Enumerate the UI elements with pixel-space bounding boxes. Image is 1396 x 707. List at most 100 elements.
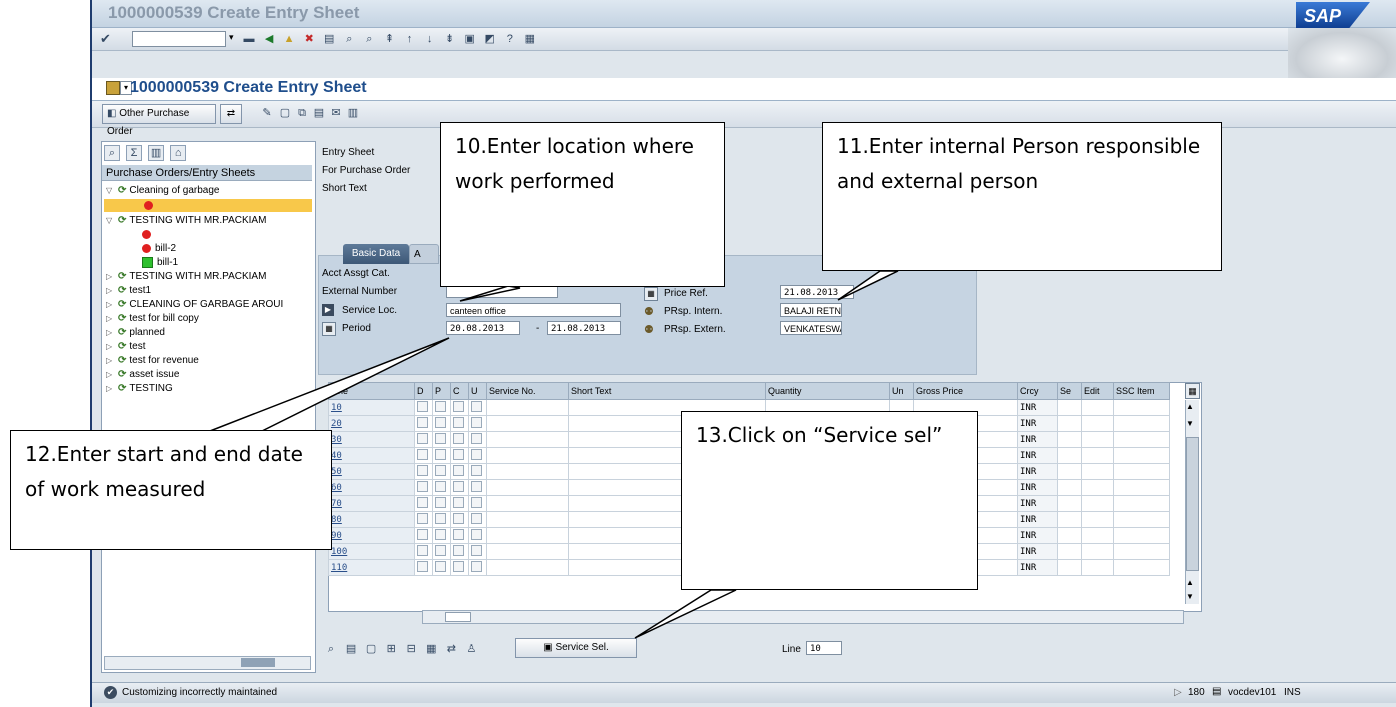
row-checkbox[interactable]	[468, 447, 487, 464]
checkbox-icon[interactable]	[453, 481, 464, 492]
line-number-link[interactable]: 110	[328, 559, 415, 576]
session-info-icon[interactable]: ▤	[1212, 686, 1221, 697]
se-cell[interactable]	[1057, 415, 1082, 432]
row-checkbox[interactable]	[468, 479, 487, 496]
checkbox-icon[interactable]	[435, 561, 446, 572]
row-checkbox[interactable]	[432, 559, 451, 576]
enter-check-icon[interactable]: ✔	[100, 31, 111, 47]
line-number-link[interactable]: 70	[328, 495, 415, 512]
row-checkbox[interactable]	[414, 399, 433, 416]
column-header[interactable]: Quantity	[765, 382, 890, 400]
checkbox-icon[interactable]	[417, 513, 428, 524]
period-to-field[interactable]: 21.08.2013	[547, 321, 621, 335]
row-checkbox[interactable]	[414, 559, 433, 576]
collapse-icon[interactable]: ▷	[106, 312, 118, 325]
currency-cell[interactable]: INR	[1017, 399, 1058, 416]
checkbox-icon[interactable]	[417, 465, 428, 476]
prsp-intern-field[interactable]: BALAJI RETNA	[780, 303, 842, 317]
tree-item[interactable]: ▷ ⟳ test	[106, 340, 146, 353]
checkbox-icon[interactable]	[417, 433, 428, 444]
new-session-icon[interactable]: ▣	[463, 32, 477, 46]
se-cell[interactable]	[1057, 447, 1082, 464]
row-checkbox[interactable]	[450, 511, 469, 528]
row-checkbox[interactable]	[468, 543, 487, 560]
create-icon[interactable]: ▢	[278, 106, 292, 120]
save-icon[interactable]: ▬	[242, 32, 256, 46]
checkbox-icon[interactable]	[435, 417, 446, 428]
tree-item[interactable]	[106, 228, 155, 241]
ssc-item-cell[interactable]	[1113, 463, 1170, 480]
sum-icon[interactable]: Σ	[126, 145, 143, 161]
service-no-cell[interactable]	[486, 527, 569, 544]
checkbox-icon[interactable]	[417, 417, 428, 428]
edit-cell[interactable]	[1081, 431, 1114, 448]
se-cell[interactable]	[1057, 543, 1082, 560]
checkbox-icon[interactable]	[417, 529, 428, 540]
checkbox-icon[interactable]	[471, 513, 482, 524]
line-field[interactable]: 10	[806, 641, 842, 655]
row-checkbox[interactable]	[414, 463, 433, 480]
table-settings-icon[interactable]: ▦	[1185, 383, 1200, 399]
tree-item[interactable]: ▷ ⟳ test for bill copy	[106, 312, 199, 325]
back-icon[interactable]: ◀	[262, 32, 276, 46]
row-checkbox[interactable]	[450, 447, 469, 464]
service-no-cell[interactable]	[486, 447, 569, 464]
currency-cell[interactable]: INR	[1017, 527, 1058, 544]
collapse-icon[interactable]: ▷	[106, 354, 118, 367]
delete-icon[interactable]: ▥	[346, 106, 360, 120]
edit-cell[interactable]	[1081, 399, 1114, 416]
row-checkbox[interactable]	[414, 543, 433, 560]
print-preview-icon[interactable]: ▤	[312, 106, 326, 120]
currency-cell[interactable]: INR	[1017, 463, 1058, 480]
table-vscroll-thumb[interactable]	[1186, 437, 1199, 571]
service-no-cell[interactable]	[486, 415, 569, 432]
line-number-link[interactable]: 80	[328, 511, 415, 528]
edit-cell[interactable]	[1081, 415, 1114, 432]
service-no-cell[interactable]	[486, 495, 569, 512]
tab-second[interactable]: A	[409, 244, 439, 264]
se-cell[interactable]	[1057, 511, 1082, 528]
ssc-item-cell[interactable]	[1113, 543, 1170, 560]
row-checkbox[interactable]	[414, 431, 433, 448]
row-checkbox[interactable]	[432, 447, 451, 464]
currency-cell[interactable]: INR	[1017, 479, 1058, 496]
collapse-icon[interactable]: ▷	[106, 270, 118, 283]
collapse-icon[interactable]: ▷	[106, 326, 118, 339]
input-mode[interactable]: INS	[1284, 687, 1301, 698]
checkbox-icon[interactable]	[435, 401, 446, 412]
column-header[interactable]: SSC Item	[1113, 382, 1170, 400]
checkbox-icon[interactable]	[453, 545, 464, 556]
se-cell[interactable]	[1057, 431, 1082, 448]
prsp-extern-field[interactable]: VENKATESWAR	[780, 321, 842, 335]
status-message[interactable]: Customizing incorrectly maintained	[122, 687, 277, 698]
checkbox-icon[interactable]	[417, 401, 428, 412]
service-no-cell[interactable]	[486, 511, 569, 528]
deselect-all-icon[interactable]: ▢	[364, 642, 378, 656]
se-cell[interactable]	[1057, 479, 1082, 496]
scroll-thumb[interactable]	[241, 658, 275, 667]
checkbox-icon[interactable]	[453, 465, 464, 476]
tree-item[interactable]: ▽ ⟳ TESTING WITH MR.PACKIAM	[106, 214, 266, 227]
row-checkbox[interactable]	[450, 559, 469, 576]
checkbox-icon[interactable]	[435, 545, 446, 556]
table-hscrollbar[interactable]	[422, 610, 1184, 624]
line-number-link[interactable]: 30	[328, 431, 415, 448]
service-no-cell[interactable]	[486, 399, 569, 416]
row-checkbox[interactable]	[432, 463, 451, 480]
tree-item[interactable]: ▷ ⟳ planned	[106, 326, 165, 339]
row-checkbox[interactable]	[468, 495, 487, 512]
edit-icon[interactable]: ✎	[260, 106, 274, 120]
message-icon[interactable]: ✉	[329, 106, 343, 120]
checkbox-icon[interactable]	[417, 545, 428, 556]
checkbox-icon[interactable]	[453, 401, 464, 412]
hscroll-thumb[interactable]	[445, 612, 471, 622]
checkbox-icon[interactable]	[435, 433, 446, 444]
copy-icon[interactable]: ⧉	[295, 106, 309, 120]
row-checkbox[interactable]	[414, 415, 433, 432]
row-checkbox[interactable]	[450, 527, 469, 544]
checkbox-icon[interactable]	[471, 401, 482, 412]
service-no-cell[interactable]	[486, 479, 569, 496]
ssc-item-cell[interactable]	[1113, 415, 1170, 432]
checkbox-icon[interactable]	[471, 417, 482, 428]
row-checkbox[interactable]	[450, 431, 469, 448]
